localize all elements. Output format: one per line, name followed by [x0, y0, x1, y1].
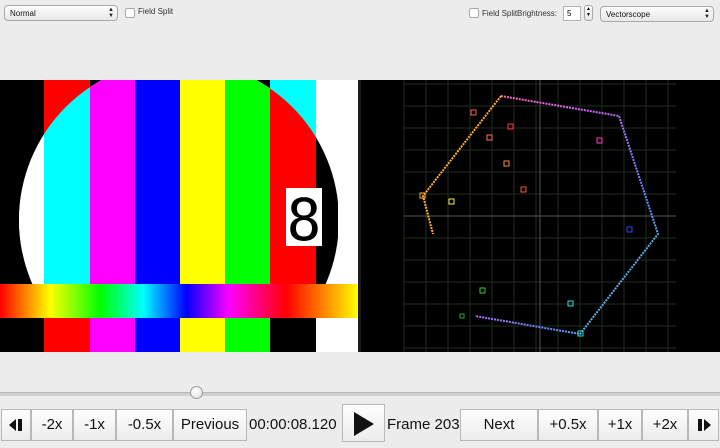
step-back-icon	[9, 419, 22, 431]
select-arrows-icon: ▲ ▼	[108, 7, 114, 19]
brightness-label: Brightness:	[517, 9, 558, 18]
field-split-right-label: Field Split	[482, 9, 518, 18]
play-button[interactable]	[342, 404, 385, 442]
step-back-button[interactable]	[1, 409, 31, 441]
speed-plus-half-button[interactable]: +0.5x	[538, 409, 598, 441]
next-button[interactable]: Next	[460, 409, 538, 441]
frame-number: Frame 203	[387, 416, 460, 433]
timecode-display: 00:00:08.120	[249, 416, 337, 433]
field-split-left-label: Field Split	[138, 7, 174, 16]
brightness-value: 5	[567, 9, 572, 18]
toolbar: Normal ▲ ▼ Field Split Field Split Bright…	[0, 0, 720, 80]
speed-minus-half-button[interactable]: -0.5x	[116, 409, 173, 441]
field-split-left-checkbox[interactable]	[125, 8, 135, 18]
brightness-field[interactable]: 5	[563, 6, 581, 21]
field-split-right-checkbox[interactable]	[469, 8, 479, 18]
speed-plus-2x-button[interactable]: +2x	[642, 409, 688, 441]
speed-plus-1x-button[interactable]: +1x	[598, 409, 642, 441]
timeline-slider-knob[interactable]	[190, 386, 203, 399]
brightness-stepper[interactable]: ▲ ▼	[584, 5, 593, 21]
step-forward-button[interactable]	[688, 409, 719, 441]
test-pattern: 8	[0, 80, 358, 352]
speed-minus-2x-button[interactable]: -2x	[31, 409, 73, 441]
select-arrows-icon: ▲ ▼	[704, 8, 710, 20]
scope-select-value: Vectorscope	[606, 10, 651, 19]
playback-controls: -2x -1x -0.5x Previous 00:00:08.120 Fram…	[0, 404, 720, 443]
previous-button[interactable]: Previous	[173, 409, 247, 441]
step-forward-icon	[697, 419, 711, 431]
vectorscope	[361, 80, 720, 352]
timeline-track[interactable]	[0, 392, 720, 396]
speed-minus-1x-button[interactable]: -1x	[73, 409, 116, 441]
play-icon	[353, 412, 374, 436]
video-preview: 8	[0, 80, 358, 352]
frame-digit: 8	[287, 186, 322, 254]
mode-select[interactable]: Normal ▲ ▼	[4, 5, 118, 21]
vectorscope-plot	[403, 80, 676, 352]
scope-select[interactable]: Vectorscope ▲ ▼	[600, 6, 714, 22]
mode-select-value: Normal	[10, 9, 36, 18]
